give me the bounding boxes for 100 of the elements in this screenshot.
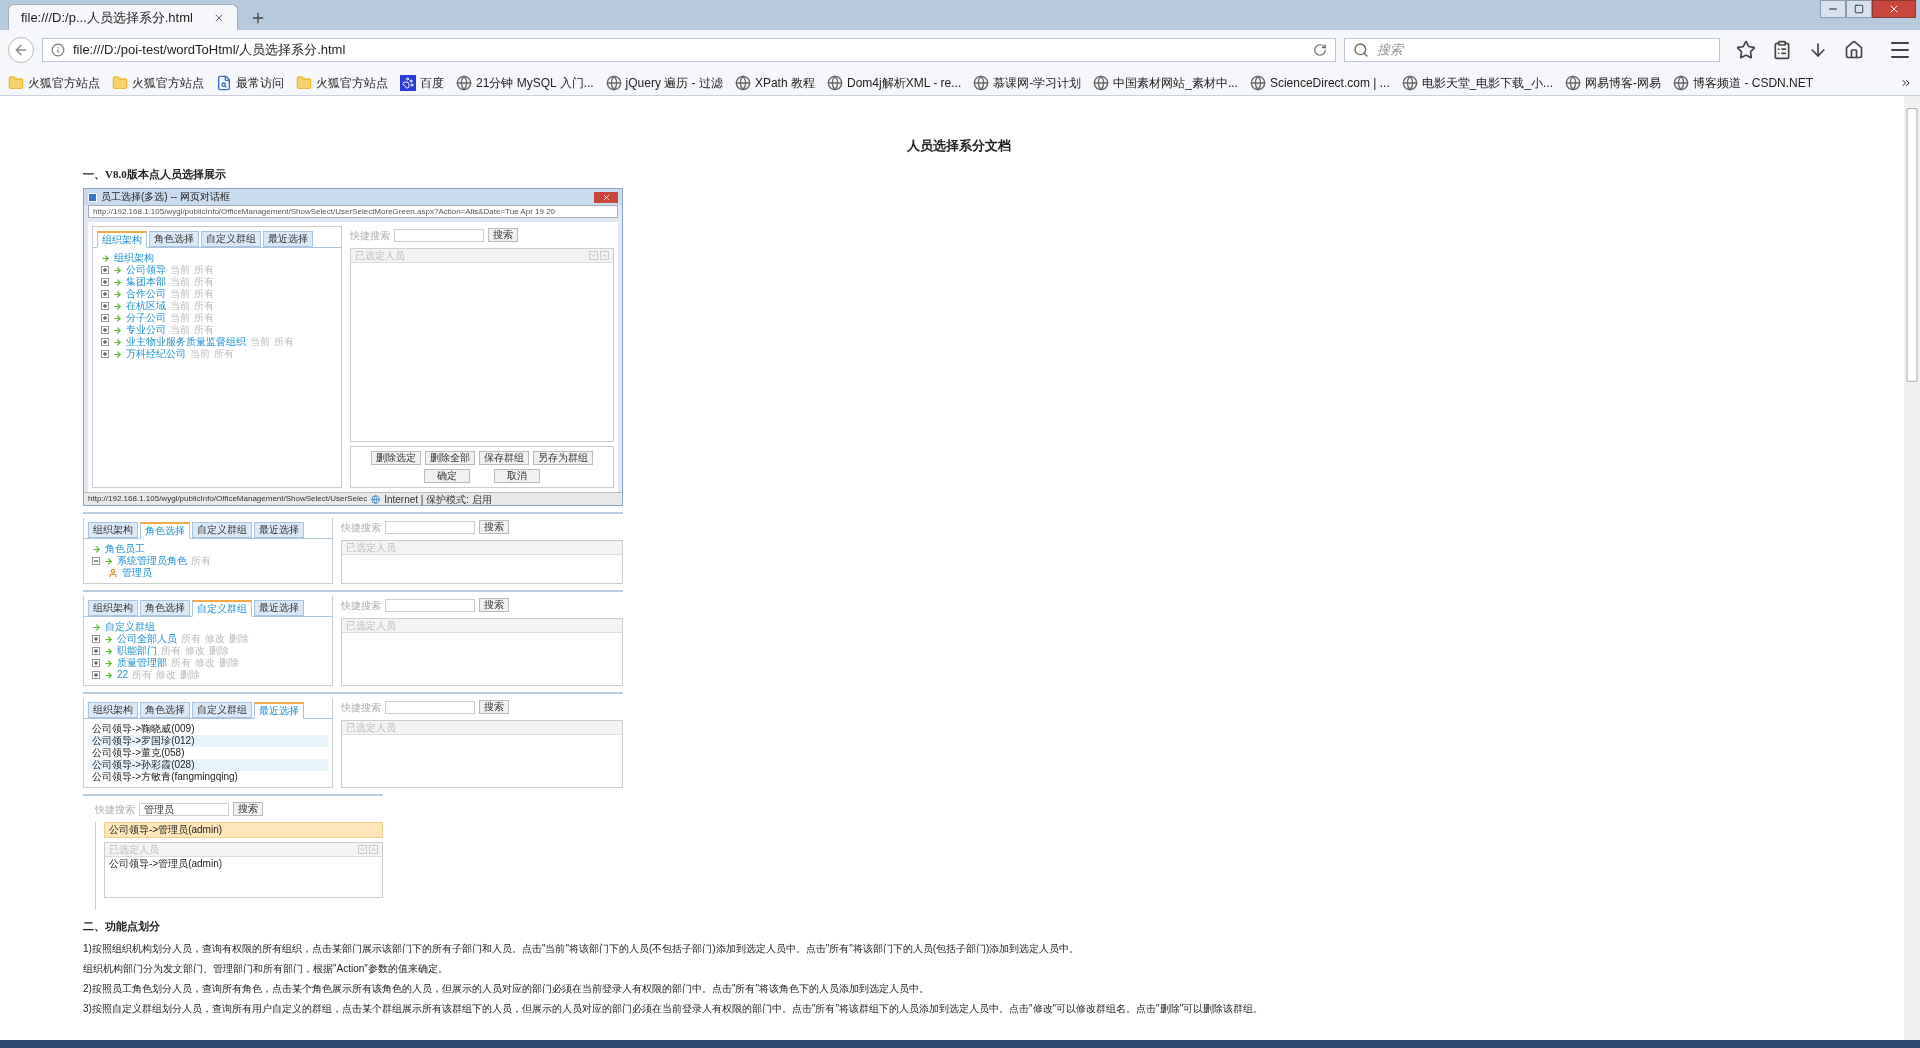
tree-node[interactable]: 分子公司 xyxy=(126,312,166,324)
bookmark[interactable]: 博客频道 - CSDN.NET xyxy=(1673,73,1814,92)
tab[interactable]: 自定义群组 xyxy=(192,522,252,538)
tree-action-link[interactable]: 所有 xyxy=(194,312,214,324)
plus-box-icon[interactable] xyxy=(92,635,100,643)
bookmark[interactable]: 最常访问 xyxy=(216,73,284,92)
tree-action-link[interactable]: 所有 xyxy=(171,657,191,669)
tab[interactable]: 组织架构 xyxy=(97,231,147,248)
dialog-button[interactable]: 取消 xyxy=(494,469,540,483)
tab[interactable]: 最近选择 xyxy=(254,522,304,538)
bookmark[interactable]: 21分钟 MySQL 入门... xyxy=(456,73,594,92)
search-field[interactable]: 管理员 xyxy=(139,802,229,816)
tree-action-link[interactable]: 删除 xyxy=(219,657,239,669)
new-tab-icon[interactable] xyxy=(250,10,266,26)
tab[interactable]: 最近选择 xyxy=(254,702,304,719)
plus-box-icon[interactable] xyxy=(101,266,109,274)
action-button[interactable]: 另存为群组 xyxy=(533,451,593,465)
plus-box-icon[interactable] xyxy=(92,659,100,667)
bookmark[interactable]: ScienceDirect.com | ... xyxy=(1249,73,1390,92)
bookmark[interactable]: 火狐官方站点 xyxy=(296,73,388,92)
search-field[interactable] xyxy=(385,598,475,612)
bookmark[interactable]: Dom4j解析XML - re... xyxy=(826,73,962,92)
tree-node[interactable]: 公司领导 xyxy=(126,264,166,276)
search-button[interactable]: 搜索 xyxy=(233,802,263,816)
bookmark[interactable]: 火狐官方站点 xyxy=(8,73,100,92)
bookmark[interactable]: 网易博客-网易 xyxy=(1565,73,1662,92)
tab[interactable]: 最近选择 xyxy=(254,600,304,616)
tree-node[interactable]: 职能部门 xyxy=(117,645,157,657)
home-icon[interactable] xyxy=(1844,40,1864,60)
tree-node[interactable]: 万科经纪公司 xyxy=(126,348,186,360)
bookmark[interactable]: 中国素材网站_素材中... xyxy=(1093,73,1238,92)
plus-box-icon[interactable] xyxy=(92,671,100,679)
tree-action-link[interactable]: 修改 xyxy=(185,645,205,657)
bookmark[interactable]: 百度 xyxy=(400,73,444,92)
tree-action-link[interactable]: 所有 xyxy=(194,288,214,300)
tree-action-link[interactable]: 删除 xyxy=(180,669,201,681)
dialog-button[interactable]: 确定 xyxy=(424,469,470,483)
tree-node[interactable]: 自定义群组 xyxy=(105,621,155,633)
tree-node[interactable]: 管理员 xyxy=(122,567,152,579)
bookmark[interactable]: 电影天堂_电影下载_小... xyxy=(1401,73,1554,92)
tree-action-link[interactable]: 所有 xyxy=(194,300,214,312)
bookmark[interactable]: 慕课网-学习计划 xyxy=(973,73,1082,92)
search-button[interactable]: 搜索 xyxy=(479,520,509,534)
tree-action-link[interactable]: 修改 xyxy=(156,669,177,681)
tab[interactable]: 组织架构 xyxy=(88,600,138,616)
tree-action-link[interactable]: 所有 xyxy=(132,669,153,681)
tree-action-link[interactable]: 删除 xyxy=(229,633,249,645)
tree-node[interactable]: 角色员工 xyxy=(105,543,145,555)
tree-action-link[interactable]: 所有 xyxy=(181,633,201,645)
tree-action-link[interactable]: 所有 xyxy=(194,324,214,336)
tree-action-link[interactable]: 删除 xyxy=(209,645,229,657)
search-button[interactable]: 搜索 xyxy=(479,700,509,714)
search-button[interactable]: 搜索 xyxy=(479,598,509,612)
plus-box-icon[interactable] xyxy=(101,278,109,286)
tab[interactable]: 自定义群组 xyxy=(201,231,261,247)
tree-action-link[interactable]: 修改 xyxy=(195,657,215,669)
bookmark[interactable]: jQuery 遍历 - 过滤 xyxy=(605,73,723,92)
plus-box-icon[interactable] xyxy=(101,314,109,322)
tree-action-link[interactable]: 所有 xyxy=(214,348,234,360)
search-field[interactable] xyxy=(385,520,475,534)
tree-node[interactable]: 22 xyxy=(117,669,129,681)
tree-node[interactable]: 合作公司 xyxy=(126,288,166,300)
list-item[interactable]: 公司领导->方敏青(fangmingqing) xyxy=(88,771,328,783)
search-input[interactable]: 搜索 xyxy=(1377,40,1711,60)
reading-list-icon[interactable] xyxy=(1772,40,1792,60)
tree-action-link[interactable]: 修改 xyxy=(205,633,225,645)
plus-box-icon[interactable] xyxy=(101,302,109,310)
search-bar[interactable]: 搜索 xyxy=(1344,38,1720,62)
tab[interactable]: 角色选择 xyxy=(140,600,190,616)
tree-node[interactable]: 质量管理部 xyxy=(117,657,167,669)
bookmark[interactable]: 火狐官方站点 xyxy=(112,73,204,92)
tree-action-link[interactable]: 所有 xyxy=(194,276,214,288)
tree-node[interactable]: 专业公司 xyxy=(126,324,166,336)
tree-action-link[interactable]: 所有 xyxy=(161,645,181,657)
reload-icon[interactable] xyxy=(1313,43,1327,57)
close-button[interactable] xyxy=(594,191,618,203)
tab[interactable]: 最近选择 xyxy=(263,231,313,247)
tab[interactable]: 组织架构 xyxy=(88,702,138,718)
plus-box-icon[interactable] xyxy=(92,647,100,655)
minus-box-icon[interactable] xyxy=(92,557,100,565)
list-item[interactable]: 公司领导->鞠晓威(009) xyxy=(88,723,328,735)
tab[interactable]: 自定义群组 xyxy=(192,702,252,718)
tree-action-link[interactable]: 所有 xyxy=(274,336,294,348)
tree-node[interactable]: 公司全部人员 xyxy=(117,633,177,645)
list-item[interactable]: 公司领导->孙彩霞(028) xyxy=(88,759,328,771)
tree-action-link[interactable]: 所有 xyxy=(191,555,211,567)
tree-node[interactable]: 在杭区域 xyxy=(126,300,166,312)
tab[interactable]: 角色选择 xyxy=(140,522,190,539)
tab[interactable]: 角色选择 xyxy=(149,231,199,247)
minimize-button[interactable] xyxy=(1820,0,1846,18)
action-button[interactable]: 删除全部 xyxy=(425,451,475,465)
plus-box-icon[interactable] xyxy=(101,326,109,334)
plus-box-icon[interactable] xyxy=(101,350,109,358)
search-field[interactable] xyxy=(394,228,484,242)
tab[interactable]: 组织架构 xyxy=(88,522,138,538)
browser-tab[interactable]: file:///D:/p...人员选择系分.html xyxy=(8,4,238,30)
url-field[interactable]: file:///D:/poi-test/wordToHtml/人员选择系分.html xyxy=(42,38,1336,62)
list-item[interactable]: 公司领导->罗国珍(012) xyxy=(88,735,328,747)
tree-node[interactable]: 业主物业服务质量监督组织 xyxy=(126,336,246,348)
star-icon[interactable] xyxy=(1736,40,1756,60)
